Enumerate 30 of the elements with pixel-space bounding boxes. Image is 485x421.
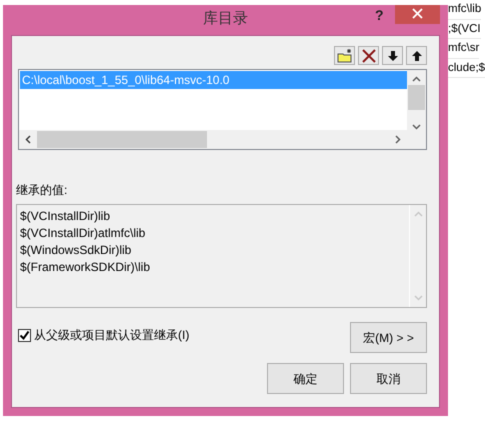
new-folder-icon [336,48,352,64]
list-item-text: $(WindowsSdkDir)lib [20,242,132,259]
close-icon [412,8,423,19]
help-button[interactable]: ? [375,5,384,26]
ok-button[interactable]: 确定 [267,363,344,394]
delete-icon [360,48,376,64]
scroll-left-icon[interactable] [25,135,31,144]
list-item-text: $(VCInstallDir)lib [20,208,112,225]
inherit-checkbox[interactable] [18,328,31,342]
delete-button[interactable] [358,46,379,65]
scrollbar-thumb[interactable] [37,131,207,148]
scrollbar-thumb[interactable] [408,85,425,110]
list-item-text: $(FrameworkSDKDir)\lib [20,259,152,276]
scroll-right-icon[interactable] [395,135,401,144]
new-folder-button[interactable] [334,46,355,65]
cancel-button[interactable]: 取消 [350,363,427,394]
down-arrow-button[interactable] [382,46,403,65]
list-item-text: $(VCInstallDir)atlmfc\lib [20,225,146,242]
scroll-down-icon[interactable] [412,124,421,130]
horizontal-scrollbar[interactable] [19,130,407,149]
up-arrow-button[interactable] [406,46,427,65]
checkbox-label: 从父级或项目默认设置继承(I) [34,327,190,344]
inherited-values-label: 继承的值: [16,182,68,199]
window-title: 库目录 [202,9,249,29]
macros-button[interactable]: 宏(M) > > [350,322,427,353]
scroll-up-icon[interactable] [412,76,421,82]
close-button[interactable] [395,5,440,24]
vertical-scrollbar[interactable] [407,70,426,130]
scroll-up-icon [414,211,422,217]
scroll-down-icon [414,295,422,301]
